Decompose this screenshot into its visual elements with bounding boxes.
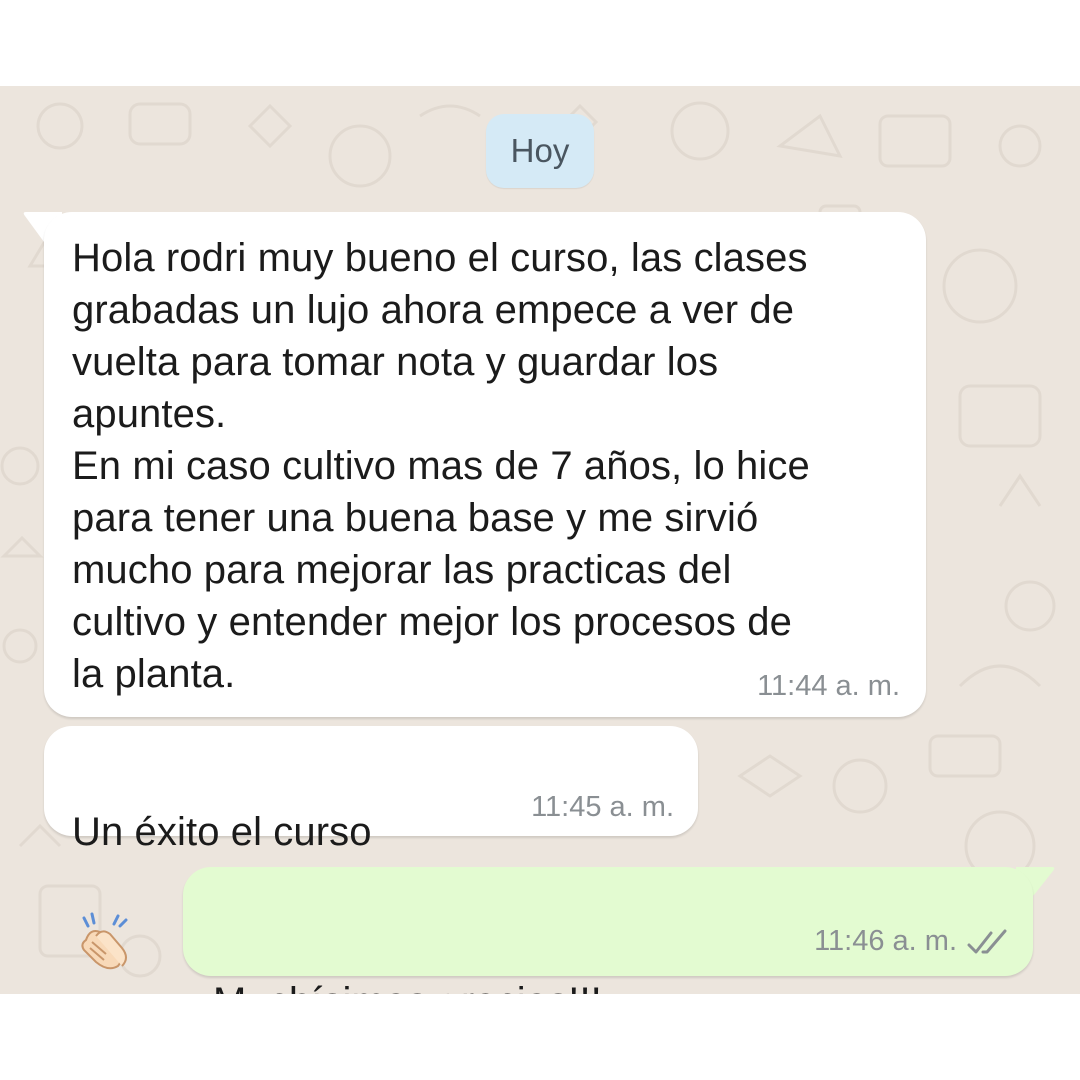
blue-heart-emoji [602, 944, 664, 994]
message-timestamp: 11:44 a. m. [757, 670, 900, 702]
message-bubble-incoming[interactable]: Un éxito el curso 11:45 a. m. [44, 726, 698, 970]
blue-heart-emoji [664, 944, 726, 994]
message-timestamp: 11:45 a. m. [531, 791, 674, 823]
message-text: Muchísimas gracias!!! [213, 980, 602, 994]
message-text: Un éxito el curso [72, 810, 372, 854]
message-timestamp: 11:46 a. m. [814, 925, 957, 957]
message-text: Hola rodri muy bueno el curso, las clase… [72, 236, 810, 696]
date-separator: Hoy [486, 114, 594, 188]
message-bubble-outgoing[interactable]: Muchísimas gracias!!! 11:46 a. m. [183, 867, 1033, 994]
read-double-check-icon [967, 929, 1007, 953]
clapping-hands-emoji [72, 858, 136, 985]
date-label: Hoy [510, 132, 570, 169]
message-bubble-incoming[interactable]: Hola rodri muy bueno el curso, las clase… [44, 212, 926, 717]
chat-area: Hoy Hola rodri muy bueno el curso, las c… [0, 86, 1080, 994]
